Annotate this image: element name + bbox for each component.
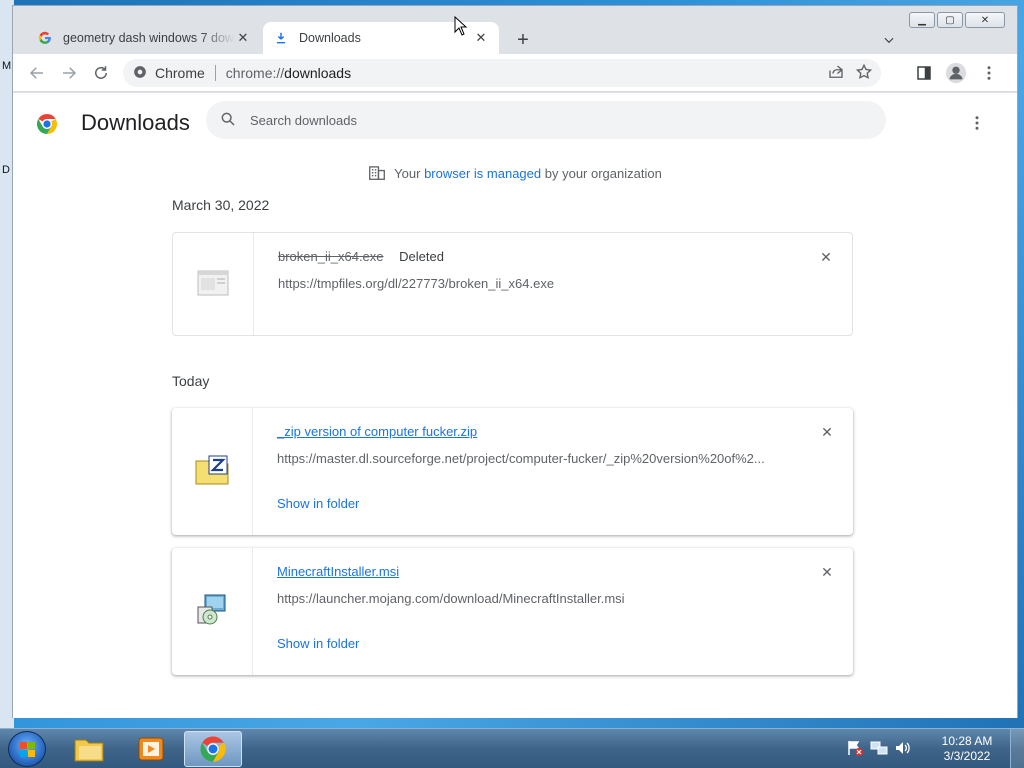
remove-icon[interactable]: ✕ (818, 249, 834, 265)
tab-title: Downloads (299, 31, 361, 45)
file-icon-cell (173, 233, 254, 335)
download-details: _zip version of computer fucker.zip http… (277, 424, 793, 511)
url-text: chrome://downloads (226, 65, 351, 81)
file-name[interactable]: _zip version of computer fucker.zip (277, 424, 477, 439)
clock-time: 10:28 AM (941, 734, 993, 748)
show-in-folder-link[interactable]: Show in folder (277, 636, 359, 651)
bookmark-star-icon[interactable] (855, 63, 873, 84)
remove-icon[interactable]: ✕ (819, 564, 835, 580)
managed-notice: Your browser is managed by your organiza… (13, 164, 1017, 183)
side-panel-icon[interactable] (912, 61, 936, 85)
omnibox-actions (827, 63, 873, 84)
managed-suffix: by your organization (544, 166, 662, 181)
mouse-cursor-icon (454, 15, 468, 39)
forward-arrow-icon[interactable] (57, 61, 81, 85)
network-icon[interactable] (870, 739, 888, 760)
tab-geometry-dash[interactable]: geometry dash windows 7 download ✕ (27, 22, 261, 54)
download-item: MinecraftInstaller.msi https://launcher.… (172, 548, 853, 675)
tab-strip: geometry dash windows 7 download ✕ Downl… (13, 20, 1017, 54)
system-tray: 10:28 AM 3/3/2022 (846, 729, 1024, 768)
source-url[interactable]: https://tmpfiles.org/dl/227773/broken_ii… (278, 276, 792, 291)
search-input[interactable] (250, 112, 850, 128)
url-host: downloads (284, 65, 352, 81)
blank-file-icon (197, 269, 229, 300)
system-clock[interactable]: 10:28 AM 3/3/2022 (932, 734, 1002, 764)
msi-installer-icon (195, 593, 229, 630)
close-tab-icon[interactable]: ✕ (473, 30, 489, 46)
close-tab-icon[interactable]: ✕ (235, 30, 251, 46)
windows-explorer-icon[interactable] (60, 731, 118, 767)
desktop-icon-label[interactable]: M (2, 60, 11, 72)
show-in-folder-link[interactable]: Show in folder (277, 496, 359, 511)
chrome-logo-icon (35, 112, 59, 139)
page-title: Downloads (81, 110, 190, 135)
managed-text: Your browser is managed by your organiza… (394, 166, 662, 181)
browser-toolbar: Chrome chrome://downloads (13, 54, 1017, 92)
downloads-header: Downloads (13, 93, 1017, 155)
chevron-down-icon[interactable] (879, 30, 899, 50)
omnibox-divider (214, 65, 216, 81)
source-url[interactable]: https://launcher.mojang.com/download/Min… (277, 591, 793, 606)
share-icon[interactable] (827, 63, 845, 84)
file-icon-cell (172, 548, 253, 675)
tray-icons (846, 739, 912, 760)
chrome-window: ▁ ▢ ✕ geometry dash windows 7 download ✕… (12, 5, 1018, 718)
tab-title: geometry dash windows 7 download (63, 31, 235, 45)
chrome-menu-icon[interactable] (977, 61, 1001, 85)
date-heading: Today (172, 373, 210, 389)
show-desktop-button[interactable] (1010, 729, 1024, 768)
managed-prefix: Your (394, 166, 421, 181)
remove-icon[interactable]: ✕ (819, 424, 835, 440)
downloads-page: Downloads Your browser is managed by you… (13, 93, 1017, 718)
desktop-icon-label[interactable]: D (2, 164, 10, 176)
chrome-taskbar-icon[interactable] (184, 731, 242, 767)
search-bar[interactable] (206, 101, 886, 139)
url-scheme: chrome:// (225, 65, 285, 81)
volume-icon[interactable] (894, 739, 912, 760)
file-name: broken_ii_x64.exe (278, 249, 384, 264)
download-item: _zip version of computer fucker.zip http… (172, 408, 853, 535)
download-icon (273, 30, 289, 46)
chrome-logo-icon (133, 65, 147, 82)
zip-folder-icon (195, 455, 229, 488)
search-icon (220, 111, 236, 130)
new-tab-button[interactable]: + (511, 28, 535, 52)
source-url[interactable]: https://master.dl.sourceforge.net/projec… (277, 451, 793, 466)
profile-avatar-icon[interactable] (944, 61, 968, 85)
file-name[interactable]: MinecraftInstaller.msi (277, 564, 399, 579)
status-label: Deleted (399, 249, 444, 264)
back-arrow-icon[interactable] (25, 61, 49, 85)
taskbar: 10:28 AM 3/3/2022 (0, 728, 1024, 768)
start-button[interactable] (8, 731, 46, 767)
action-center-flag-icon[interactable] (846, 739, 864, 760)
download-details: MinecraftInstaller.msi https://launcher.… (277, 564, 793, 651)
google-icon (37, 30, 53, 46)
managed-link[interactable]: browser is managed (424, 166, 541, 181)
address-bar[interactable]: Chrome chrome://downloads (123, 59, 881, 87)
reload-icon[interactable] (89, 61, 113, 85)
download-item: broken_ii_x64.exe Deleted https://tmpfil… (172, 232, 853, 336)
date-heading: March 30, 2022 (172, 197, 270, 213)
building-icon (368, 164, 386, 183)
more-actions-icon[interactable] (967, 111, 987, 135)
clock-date: 3/3/2022 (943, 749, 991, 763)
file-icon-cell (172, 408, 253, 535)
download-details: broken_ii_x64.exe Deleted https://tmpfil… (278, 249, 792, 291)
media-player-icon[interactable] (122, 731, 180, 767)
chrome-chip: Chrome (155, 65, 205, 81)
